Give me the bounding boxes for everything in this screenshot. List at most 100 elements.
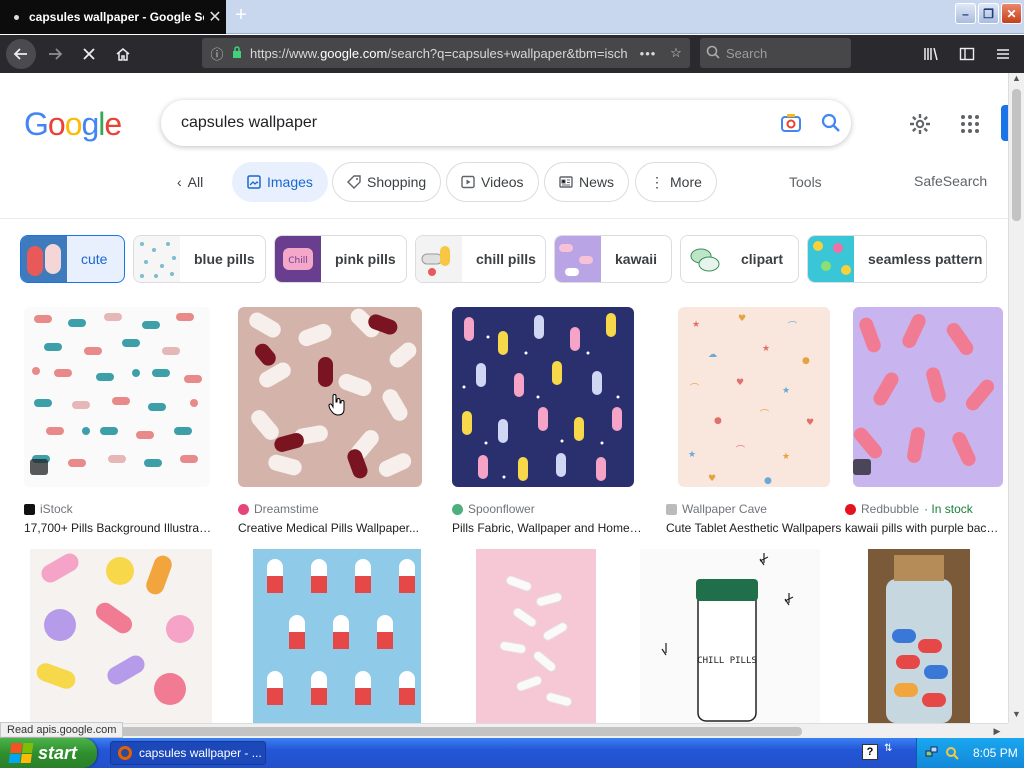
result-caption[interactable]: 17,700+ Pills Background Illustrations..… bbox=[24, 521, 214, 535]
tab-news[interactable]: News bbox=[544, 162, 630, 202]
result-source[interactable]: Dreamstime bbox=[238, 502, 319, 516]
result-image[interactable] bbox=[253, 549, 421, 723]
svg-text:★: ★ bbox=[782, 386, 790, 396]
safesearch-button[interactable]: SafeSearch bbox=[914, 173, 987, 189]
tab-close-icon[interactable]: ✕ bbox=[204, 7, 226, 27]
chip-cute[interactable]: cute bbox=[20, 235, 125, 283]
image-result[interactable]: iStock 17,700+ Pills Background Illustra… bbox=[24, 307, 214, 537]
scroll-up-arrow-icon[interactable]: ▲ bbox=[1009, 73, 1024, 87]
image-result[interactable]: Dreamstime Creative Medical Pills Wallpa… bbox=[238, 307, 428, 537]
google-logo[interactable]: Google bbox=[24, 106, 122, 143]
tab-all[interactable]: ‹ All bbox=[162, 162, 218, 202]
page-actions-icon[interactable]: ••• bbox=[634, 46, 662, 61]
search-submit-icon[interactable] bbox=[811, 113, 851, 133]
header-divider bbox=[0, 218, 1008, 219]
search-query-input[interactable]: capsules wallpaper bbox=[181, 114, 771, 132]
network-icon[interactable] bbox=[925, 746, 939, 760]
help-icon[interactable]: ? bbox=[862, 744, 878, 760]
browser-search-placeholder: Search bbox=[726, 45, 768, 61]
settings-gear-icon[interactable] bbox=[905, 109, 935, 139]
result-caption[interactable]: Cute Tablet Aesthetic Wallpapers bbox=[666, 521, 856, 535]
hamburger-menu-icon[interactable] bbox=[988, 39, 1018, 69]
bookmark-star-icon[interactable]: ☆ bbox=[662, 45, 690, 61]
profile-avatar[interactable] bbox=[1001, 105, 1008, 141]
camera-search-icon[interactable] bbox=[771, 113, 811, 133]
horizontal-scrollbar[interactable]: ▶ bbox=[0, 723, 1008, 738]
google-apps-icon[interactable] bbox=[955, 109, 985, 139]
url-bar[interactable]: ⓘ https://www.google.com/search?q=capsul… bbox=[202, 38, 690, 68]
tab-more[interactable]: ⋮ More bbox=[635, 162, 717, 202]
search-tray-icon[interactable] bbox=[945, 746, 959, 760]
browser-tab-active[interactable]: capsules wallpaper - Google Search ✕ bbox=[0, 0, 226, 34]
scrollbar-corner bbox=[1008, 723, 1024, 738]
result-image[interactable] bbox=[476, 549, 596, 723]
vertical-scroll-thumb[interactable] bbox=[1012, 89, 1021, 221]
svg-text:♥: ♥ bbox=[708, 474, 716, 484]
new-tab-icon[interactable]: + bbox=[230, 4, 252, 28]
browser-search-box[interactable]: Search bbox=[700, 38, 851, 68]
chip-pink-pills[interactable]: Chill pink pills bbox=[274, 235, 407, 283]
scroll-down-arrow-icon[interactable]: ▼ bbox=[1009, 709, 1024, 723]
tab-images[interactable]: Images bbox=[232, 162, 328, 202]
tab-videos[interactable]: Videos bbox=[446, 162, 539, 202]
restore-window-button[interactable]: ❐ bbox=[978, 3, 999, 24]
taskbar-clock[interactable]: 8:05 PM bbox=[973, 746, 1018, 760]
image-result[interactable]: Spoonflower Pills Fabric, Wallpaper and … bbox=[452, 307, 642, 537]
vertical-scrollbar[interactable]: ▲ ▼ bbox=[1008, 73, 1024, 723]
result-image[interactable] bbox=[853, 307, 1003, 487]
result-image[interactable] bbox=[30, 549, 212, 723]
chip-thumbnail bbox=[416, 236, 462, 282]
chip-clipart[interactable]: clipart bbox=[680, 235, 799, 283]
lock-icon[interactable] bbox=[228, 45, 246, 61]
result-image[interactable]: CHILL PILLS bbox=[640, 549, 820, 723]
library-icon[interactable] bbox=[916, 39, 946, 69]
image-result[interactable]: Redbubble · In stock kawaii pills with p… bbox=[845, 307, 1005, 537]
svg-text:⌒: ⌒ bbox=[760, 409, 769, 420]
svg-text:⌒: ⌒ bbox=[736, 445, 745, 456]
chip-chill-pills[interactable]: chill pills bbox=[415, 235, 546, 283]
result-source[interactable]: iStock bbox=[24, 502, 73, 516]
close-window-button[interactable]: ✕ bbox=[1001, 3, 1022, 24]
chip-kawaii[interactable]: kawaii bbox=[554, 235, 672, 283]
chip-label: pink pills bbox=[335, 251, 396, 267]
back-button[interactable] bbox=[6, 39, 36, 69]
tab-label: News bbox=[579, 174, 615, 190]
chip-thumbnail bbox=[681, 236, 727, 282]
tools-button[interactable]: Tools bbox=[789, 174, 822, 190]
url-prefix: https://www. bbox=[250, 45, 321, 61]
image-result[interactable]: ★ ♥ ⌒ ☁ ★ ● ⌒ ♥ ★ ● ⌒ ♥ ★ ⌒ ★ ♥ ● Wallpaper Cave Cu… bbox=[666, 307, 856, 537]
horizontal-scroll-thumb[interactable] bbox=[112, 727, 802, 736]
result-caption[interactable]: Creative Medical Pills Wallpaper... bbox=[238, 521, 428, 535]
info-icon[interactable]: ⓘ bbox=[206, 44, 228, 63]
home-button[interactable] bbox=[108, 39, 138, 69]
result-source[interactable]: Redbubble · In stock bbox=[845, 502, 973, 516]
tab-shopping[interactable]: Shopping bbox=[332, 162, 442, 202]
chip-label: cute bbox=[81, 251, 108, 267]
result-image[interactable] bbox=[24, 307, 210, 487]
result-image[interactable] bbox=[452, 307, 634, 487]
home-icon bbox=[116, 48, 130, 61]
sidebar-toggle-icon[interactable] bbox=[952, 39, 982, 69]
result-source[interactable]: Spoonflower bbox=[452, 502, 535, 516]
forward-button[interactable] bbox=[40, 39, 70, 69]
google-search-box[interactable]: capsules wallpaper bbox=[161, 100, 851, 146]
svg-text:●: ● bbox=[764, 476, 772, 486]
result-caption[interactable]: Pills Fabric, Wallpaper and Home Decor bbox=[452, 521, 642, 535]
svg-text:★: ★ bbox=[782, 452, 790, 462]
chip-seamless-pattern[interactable]: seamless pattern bbox=[807, 235, 987, 283]
url-text[interactable]: https://www.google.com/search?q=capsules… bbox=[246, 46, 634, 61]
result-image[interactable] bbox=[868, 549, 970, 723]
result-image[interactable]: ★ ♥ ⌒ ☁ ★ ● ⌒ ♥ ★ ● ⌒ ♥ ★ ⌒ ★ ♥ ● bbox=[678, 307, 830, 487]
minimize-window-button[interactable]: – bbox=[955, 3, 976, 24]
chip-blue-pills[interactable]: blue pills bbox=[133, 235, 266, 283]
result-caption[interactable]: kawaii pills with purple background bbox=[845, 521, 1001, 535]
start-button[interactable]: start bbox=[0, 738, 97, 768]
scroll-right-arrow-icon[interactable]: ▶ bbox=[990, 724, 1004, 738]
tray-expand-icon[interactable]: ⇅ bbox=[884, 743, 892, 754]
image-icon bbox=[247, 175, 261, 189]
stop-loading-button[interactable] bbox=[74, 39, 104, 69]
result-source[interactable]: Wallpaper Cave bbox=[666, 502, 767, 516]
taskbar-window-button[interactable]: capsules wallpaper - ... bbox=[110, 741, 266, 765]
svg-text:★: ★ bbox=[762, 344, 770, 354]
search-icon bbox=[700, 45, 726, 62]
